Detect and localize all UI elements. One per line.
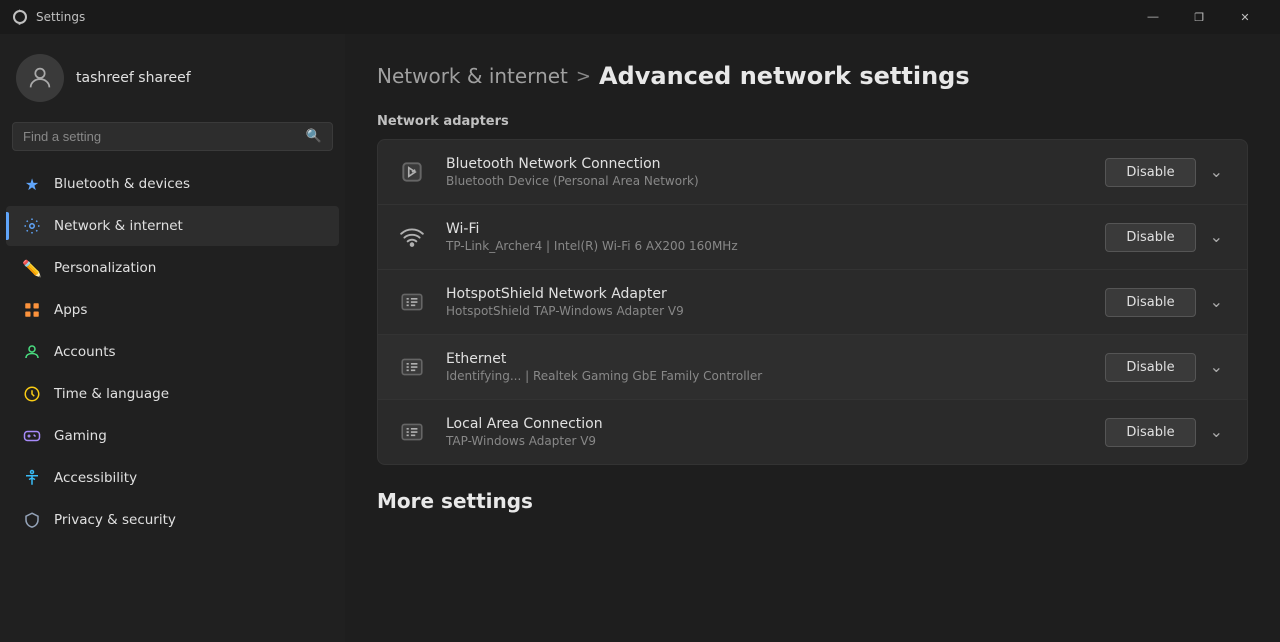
expand-button[interactable]: ⌄ [1202,353,1231,381]
adapter-name: Wi-Fi [446,221,1089,237]
adapter-actions: Disable ⌄ [1105,418,1231,447]
table-row: HotspotShield Network Adapter HotspotShi… [377,269,1248,334]
expand-button[interactable]: ⌄ [1202,158,1231,186]
sidebar-item-label: Accounts [54,344,116,360]
disable-button[interactable]: Disable [1105,353,1195,382]
section-title-adapters: Network adapters [377,114,1248,129]
sidebar-item-time[interactable]: Time & language [6,374,339,414]
minimize-button[interactable]: — [1130,0,1176,34]
sidebar-item-apps[interactable]: Apps [6,290,339,330]
main-content: Network & internet > Advanced network se… [345,34,1280,642]
expand-button[interactable]: ⌄ [1202,288,1231,316]
adapter-info: Wi-Fi TP-Link_Archer4 | Intel(R) Wi-Fi 6… [446,221,1089,253]
sidebar-item-accessibility[interactable]: Accessibility [6,458,339,498]
expand-button[interactable]: ⌄ [1202,418,1231,446]
adapter-name: HotspotShield Network Adapter [446,286,1089,302]
expand-button[interactable]: ⌄ [1202,223,1231,251]
sidebar-item-personalization[interactable]: ✏️ Personalization [6,248,339,288]
disable-button[interactable]: Disable [1105,418,1195,447]
gaming-icon [22,426,42,446]
hotspot-adapter-icon [394,284,430,320]
adapter-info: Local Area Connection TAP-Windows Adapte… [446,416,1089,448]
disable-button[interactable]: Disable [1105,158,1195,187]
sidebar-item-network[interactable]: Network & internet [6,206,339,246]
wifi-adapter-icon [394,219,430,255]
app-body: tashreef shareef 🔍 ★ Bluetooth & devices… [0,34,1280,642]
local-adapter-icon [394,414,430,450]
sidebar-item-label: Time & language [54,386,169,402]
window-controls: — ❐ ✕ [1130,0,1268,34]
adapter-actions: Disable ⌄ [1105,223,1231,252]
time-icon [22,384,42,404]
adapter-desc: TP-Link_Archer4 | Intel(R) Wi-Fi 6 AX200… [446,239,1089,253]
adapter-list: Bluetooth Network Connection Bluetooth D… [377,139,1248,465]
bluetooth-icon: ★ [22,174,42,194]
adapter-desc: HotspotShield TAP-Windows Adapter V9 [446,304,1089,318]
sidebar-item-bluetooth[interactable]: ★ Bluetooth & devices [6,164,339,204]
adapter-info: Ethernet Identifying... | Realtek Gaming… [446,351,1089,383]
personalization-icon: ✏️ [22,258,42,278]
network-icon [22,216,42,236]
accounts-icon [22,342,42,362]
adapter-actions: Disable ⌄ [1105,353,1231,382]
sidebar-header: tashreef shareef [0,34,345,118]
adapter-name: Bluetooth Network Connection [446,156,1089,172]
search-bar[interactable]: 🔍 [12,122,333,151]
bluetooth-adapter-icon [394,154,430,190]
table-row: Local Area Connection TAP-Windows Adapte… [377,399,1248,465]
adapter-actions: Disable ⌄ [1105,158,1231,187]
adapter-desc: Identifying... | Realtek Gaming GbE Fami… [446,369,1089,383]
adapter-name: Ethernet [446,351,1089,367]
settings-app-icon [12,9,28,25]
title-bar: Settings — ❐ ✕ [0,0,1280,34]
sidebar-item-label: Bluetooth & devices [54,176,190,192]
ethernet-adapter-icon [394,349,430,385]
sidebar-item-label: Network & internet [54,218,183,234]
sidebar-item-accounts[interactable]: Accounts [6,332,339,372]
more-settings-title: More settings [377,489,1248,513]
search-icon: 🔍 [306,129,322,144]
sidebar-item-label: Privacy & security [54,512,176,528]
table-row: Ethernet Identifying... | Realtek Gaming… [377,334,1248,399]
adapter-desc: TAP-Windows Adapter V9 [446,434,1089,448]
close-button[interactable]: ✕ [1222,0,1268,34]
search-input[interactable] [23,129,298,144]
username: tashreef shareef [76,70,191,86]
breadcrumb-parent[interactable]: Network & internet [377,64,568,88]
sidebar-item-label: Accessibility [54,470,137,486]
breadcrumb-current: Advanced network settings [599,62,970,90]
sidebar-item-label: Apps [54,302,87,318]
privacy-icon [22,510,42,530]
disable-button[interactable]: Disable [1105,288,1195,317]
apps-icon [22,300,42,320]
table-row: Wi-Fi TP-Link_Archer4 | Intel(R) Wi-Fi 6… [377,204,1248,269]
adapter-actions: Disable ⌄ [1105,288,1231,317]
adapter-name: Local Area Connection [446,416,1089,432]
disable-button[interactable]: Disable [1105,223,1195,252]
sidebar: tashreef shareef 🔍 ★ Bluetooth & devices… [0,34,345,642]
breadcrumb-separator: > [576,66,591,87]
breadcrumb: Network & internet > Advanced network se… [377,62,1248,90]
avatar [16,54,64,102]
adapter-info: HotspotShield Network Adapter HotspotShi… [446,286,1089,318]
table-row: Bluetooth Network Connection Bluetooth D… [377,139,1248,204]
adapter-desc: Bluetooth Device (Personal Area Network) [446,174,1089,188]
sidebar-item-label: Personalization [54,260,156,276]
maximize-button[interactable]: ❐ [1176,0,1222,34]
app-title: Settings [36,10,1130,24]
sidebar-item-label: Gaming [54,428,107,444]
accessibility-icon [22,468,42,488]
sidebar-item-gaming[interactable]: Gaming [6,416,339,456]
sidebar-item-privacy[interactable]: Privacy & security [6,500,339,540]
adapter-info: Bluetooth Network Connection Bluetooth D… [446,156,1089,188]
